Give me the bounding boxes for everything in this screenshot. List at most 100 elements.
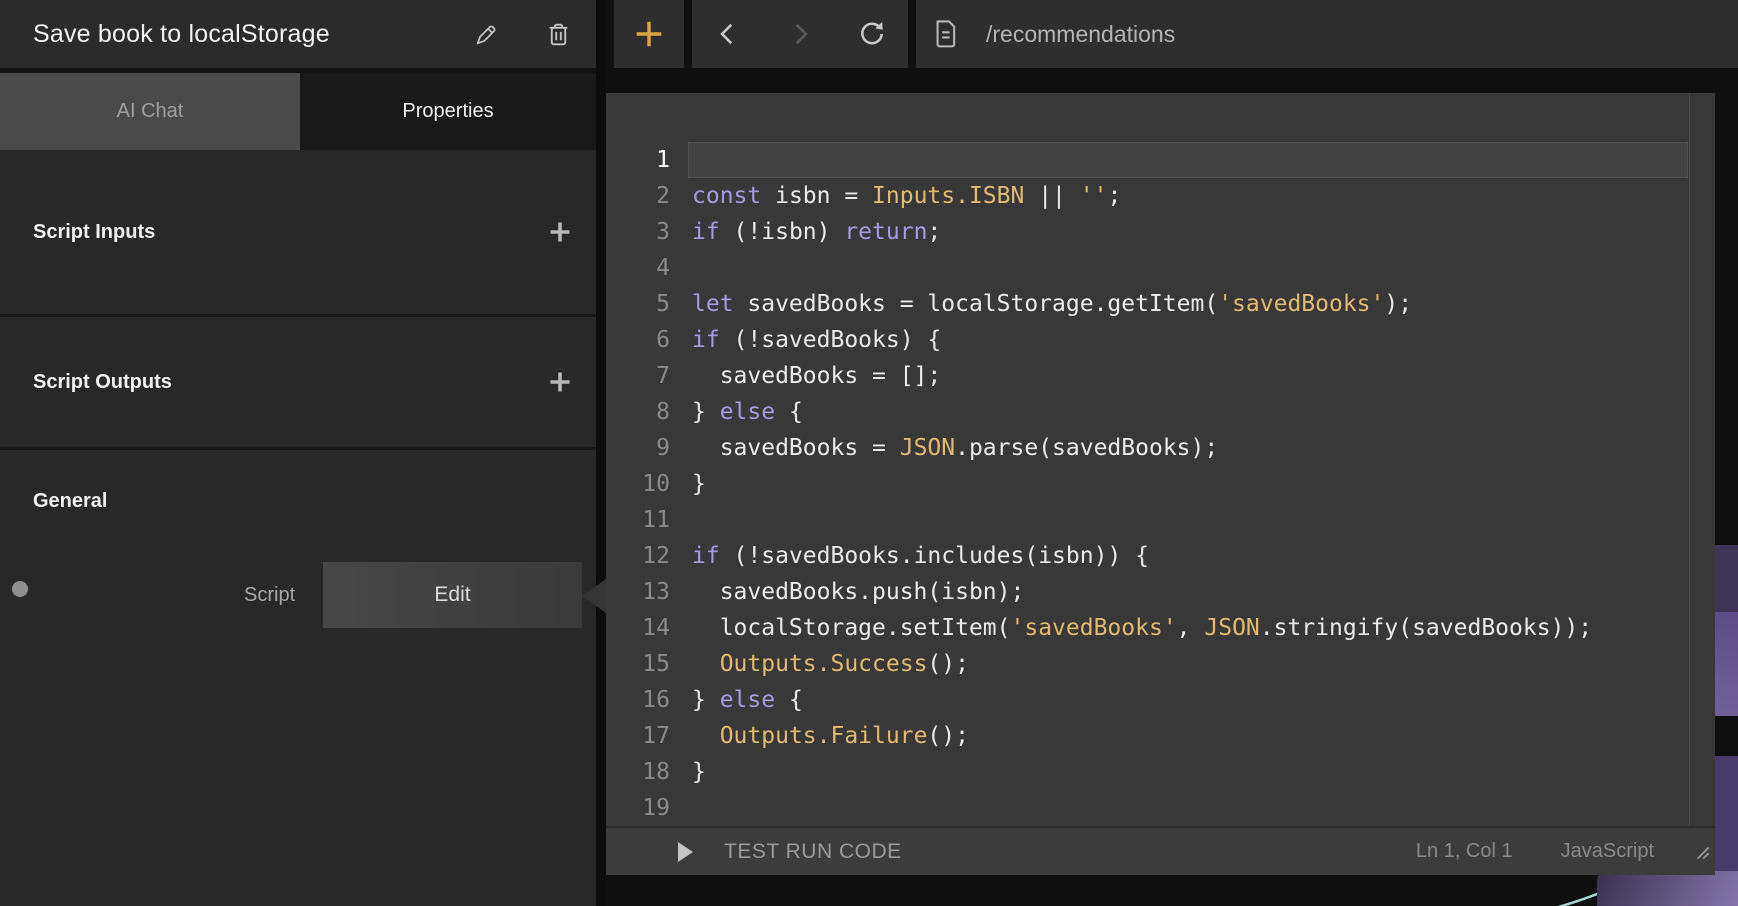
properties-panel: Save book to localStorage AI Chat [0, 0, 596, 906]
add-page-button[interactable] [614, 0, 684, 68]
script-inputs-section: Script Inputs [0, 150, 596, 317]
line-number: 2 [606, 178, 670, 214]
code-text: } [688, 466, 1688, 502]
test-run-label[interactable]: TEST RUN CODE [724, 840, 902, 864]
code-text [688, 142, 1688, 178]
code-text [688, 250, 1688, 286]
code-line[interactable]: 3 if (!isbn) return; [606, 214, 1715, 250]
code-line[interactable]: 9 savedBooks = JSON.parse(savedBooks); [606, 430, 1715, 466]
line-number: 13 [606, 574, 670, 610]
pencil-icon [473, 21, 500, 48]
line-number: 8 [606, 394, 670, 430]
code-text: const isbn = Inputs.ISBN || ''; [688, 178, 1688, 214]
cursor-position: Ln 1, Col 1 [1416, 840, 1513, 863]
resize-grip-icon[interactable] [1692, 842, 1712, 862]
line-number: 9 [606, 430, 670, 466]
edit-script-button[interactable]: Edit [323, 562, 582, 628]
tab-properties[interactable]: Properties [300, 73, 596, 150]
refresh-button[interactable] [852, 14, 892, 54]
code-line[interactable]: 11 [606, 502, 1715, 538]
script-property-row: Script Edit [0, 562, 596, 628]
forward-button[interactable] [780, 14, 820, 54]
line-number: 4 [606, 250, 670, 286]
edit-title-button[interactable] [466, 14, 506, 54]
script-outputs-section: Script Outputs [0, 317, 596, 450]
line-number: 7 [606, 358, 670, 394]
panel-title-bar: Save book to localStorage [0, 0, 596, 68]
add-script-output-button[interactable] [540, 362, 580, 402]
line-number: 12 [606, 538, 670, 574]
code-line[interactable]: 14 localStorage.setItem('savedBooks', JS… [606, 610, 1715, 646]
general-heading: General [33, 490, 107, 513]
code-editor-panel: 12 const isbn = Inputs.ISBN || ''; 3 if (!i… [606, 93, 1715, 875]
panel-divider[interactable] [596, 0, 606, 906]
code-text: let savedBooks = localStorage.getItem('s… [688, 286, 1688, 322]
add-script-input-button[interactable] [540, 212, 580, 252]
code-line[interactable]: 10} [606, 466, 1715, 502]
binding-dot-icon[interactable] [12, 581, 28, 597]
line-number: 5 [606, 286, 670, 322]
line-number: 10 [606, 466, 670, 502]
code-text: Outputs.Success(); [688, 646, 1688, 682]
script-property-label: Script [244, 562, 295, 628]
page-path: /recommendations [986, 21, 1175, 48]
code-text: } else { [688, 394, 1688, 430]
test-run-button[interactable] [672, 839, 698, 865]
plus-icon [633, 18, 665, 50]
plus-icon [547, 369, 573, 395]
code-line[interactable]: 1 [606, 142, 1715, 178]
code-text: savedBooks = JSON.parse(savedBooks); [688, 430, 1688, 466]
line-number: 3 [606, 214, 670, 250]
code-line[interactable]: 13 savedBooks.push(isbn); [606, 574, 1715, 610]
flow-node-fragment[interactable] [1597, 871, 1738, 906]
page-url-bar[interactable]: /recommendations [916, 0, 1738, 68]
line-number: 11 [606, 502, 670, 538]
flow-node-fragment[interactable] [1715, 545, 1738, 612]
code-text: localStorage.setItem('savedBooks', JSON.… [688, 610, 1688, 646]
code-text [688, 790, 1688, 826]
code-line[interactable]: 16} else { [606, 682, 1715, 718]
code-line[interactable]: 15 Outputs.Success(); [606, 646, 1715, 682]
code-text: Outputs.Failure(); [688, 718, 1688, 754]
language-indicator[interactable]: JavaScript [1561, 840, 1654, 863]
code-line[interactable]: 18} [606, 754, 1715, 790]
code-text: if (!savedBooks.includes(isbn)) { [688, 538, 1688, 574]
script-inputs-heading: Script Inputs [33, 221, 155, 244]
editor-ruler-line [1689, 93, 1690, 826]
code-area[interactable]: 12 const isbn = Inputs.ISBN || ''; 3 if (!i… [606, 93, 1715, 826]
flow-node-fragment[interactable] [1715, 756, 1738, 875]
code-line[interactable]: 19 [606, 790, 1715, 826]
browser-nav-controls [692, 0, 908, 68]
code-text [688, 502, 1688, 538]
code-line[interactable]: 6 if (!savedBooks) { [606, 322, 1715, 358]
script-outputs-heading: Script Outputs [33, 371, 172, 394]
code-text: if (!isbn) return; [688, 214, 1688, 250]
code-text: } [688, 754, 1688, 790]
delete-button[interactable] [538, 14, 578, 54]
page-title: Save book to localStorage [33, 20, 466, 49]
document-icon [930, 18, 960, 50]
back-button[interactable] [708, 14, 748, 54]
line-number: 6 [606, 322, 670, 358]
plus-icon [547, 219, 573, 245]
code-line[interactable]: 2 const isbn = Inputs.ISBN || ''; [606, 178, 1715, 214]
line-number: 17 [606, 718, 670, 754]
chevron-left-icon [714, 20, 742, 48]
code-lines: 12 const isbn = Inputs.ISBN || ''; 3 if (!i… [606, 142, 1715, 826]
line-number: 14 [606, 610, 670, 646]
code-line[interactable]: 17 Outputs.Failure(); [606, 718, 1715, 754]
code-line[interactable]: 5 let savedBooks = localStorage.getItem('… [606, 286, 1715, 322]
code-line[interactable]: 7 savedBooks = []; [606, 358, 1715, 394]
code-text: if (!savedBooks) { [688, 322, 1688, 358]
line-number: 18 [606, 754, 670, 790]
flow-node-fragment[interactable] [1715, 612, 1738, 716]
trash-icon [545, 21, 572, 48]
code-line[interactable]: 8 } else { [606, 394, 1715, 430]
code-line[interactable]: 4 [606, 250, 1715, 286]
tab-label: Properties [402, 100, 493, 123]
tab-ai-chat[interactable]: AI Chat [0, 73, 300, 150]
code-line[interactable]: 12 if (!savedBooks.includes(isbn)) { [606, 538, 1715, 574]
chevron-right-icon [786, 20, 814, 48]
line-number: 15 [606, 646, 670, 682]
code-text: savedBooks = []; [688, 358, 1688, 394]
